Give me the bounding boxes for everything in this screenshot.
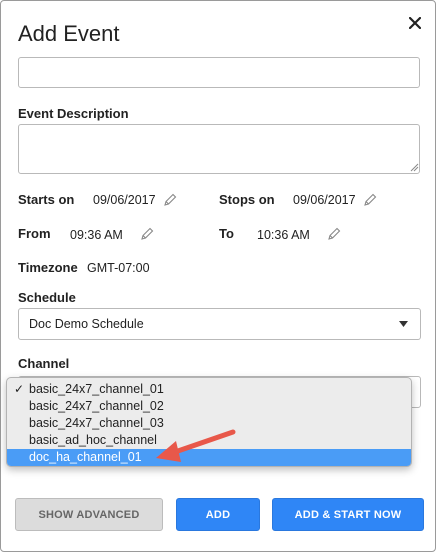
event-name-input[interactable] [18, 57, 420, 88]
channel-option-label: basic_24x7_channel_01 [29, 382, 164, 396]
schedule-selected-value: Doc Demo Schedule [29, 317, 144, 331]
channel-option[interactable]: basic_ad_hoc_channel [7, 432, 411, 449]
add-button[interactable]: ADD [176, 498, 260, 531]
edit-start-date-icon[interactable] [162, 192, 178, 208]
close-icon[interactable] [405, 13, 425, 33]
from-time-value: 09:36 AM [70, 228, 123, 242]
channel-option[interactable]: basic_24x7_channel_03 [7, 415, 411, 432]
checkmark-icon: ✓ [14, 382, 25, 396]
timezone-value: GMT-07:00 [87, 261, 150, 275]
channel-dropdown-list: ✓ basic_24x7_channel_01 basic_24x7_chann… [6, 377, 412, 467]
to-time-value: 10:36 AM [257, 228, 310, 242]
event-description-label: Event Description [18, 106, 129, 121]
event-description-input[interactable] [18, 124, 420, 174]
stops-on-label: Stops on [219, 192, 275, 207]
stops-on-value: 09/06/2017 [293, 193, 356, 207]
dialog-title: Add Event [18, 21, 120, 46]
channel-option[interactable]: ✓ basic_24x7_channel_01 [7, 381, 411, 398]
show-advanced-button[interactable]: SHOW ADVANCED [15, 498, 163, 531]
timezone-label: Timezone [18, 260, 78, 275]
edit-stop-date-icon[interactable] [362, 192, 378, 208]
channel-option[interactable]: basic_24x7_channel_02 [7, 398, 411, 415]
channel-option-label: basic_24x7_channel_03 [29, 416, 164, 430]
channel-option-label: basic_24x7_channel_02 [29, 399, 164, 413]
to-label: To [219, 226, 234, 241]
edit-start-time-icon[interactable] [139, 226, 155, 242]
add-event-dialog: Add Event Event Description Starts on 09… [0, 0, 436, 552]
starts-on-label: Starts on [18, 192, 75, 207]
resize-handle-icon[interactable] [409, 162, 419, 172]
add-and-start-now-button[interactable]: ADD & START NOW [272, 498, 424, 531]
channel-label: Channel [18, 356, 70, 371]
edit-end-time-icon[interactable] [326, 226, 342, 242]
schedule-select[interactable]: Doc Demo Schedule [18, 308, 421, 340]
schedule-label: Schedule [18, 290, 76, 305]
starts-on-value: 09/06/2017 [93, 193, 156, 207]
channel-option-label: basic_ad_hoc_channel [29, 433, 157, 447]
chevron-down-icon [399, 321, 408, 327]
channel-option-highlighted[interactable]: doc_ha_channel_01 [7, 449, 411, 466]
from-label: From [18, 226, 51, 241]
channel-option-label: doc_ha_channel_01 [29, 450, 142, 464]
